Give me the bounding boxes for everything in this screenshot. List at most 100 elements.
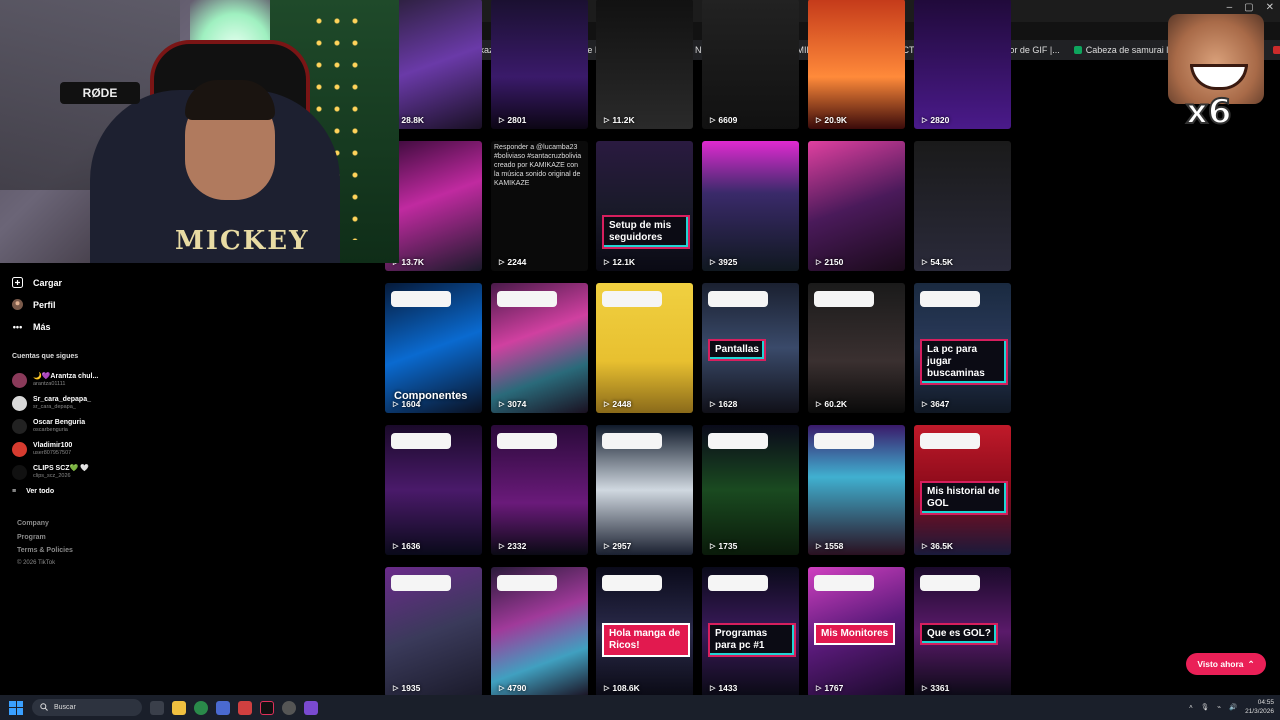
close-button[interactable]: ✕ [1266, 2, 1274, 13]
video-tile[interactable]: Responder a @lucamba23 #boliviaso #santa… [491, 141, 588, 271]
video-tile[interactable]: ▷ 3074 [491, 283, 588, 413]
following-item[interactable]: Sr_cara_depapa_ sr_cara_depapa_ [12, 396, 91, 411]
following-username: sr_cara_depapa_ [33, 404, 76, 410]
following-text: 🌙💜Arantza chul... arantza01111 [33, 373, 98, 388]
video-tile[interactable]: ▷28.8K [385, 0, 482, 129]
video-caption: Hola manga de Ricos! [602, 623, 690, 657]
view-count: ▷ 4790 [499, 683, 526, 693]
see-all-button[interactable]: ≡ Ver todo [12, 488, 54, 495]
play-icon: ▷ [499, 401, 505, 408]
nav-item-mas[interactable]: ••• Más [12, 321, 51, 332]
footer-terms-link[interactable]: Terms & Policies [17, 547, 73, 554]
video-tile[interactable]: ▷ 2332 [491, 425, 588, 555]
comment-reply-bubble [497, 575, 557, 591]
play-icon: ▷ [499, 543, 505, 550]
video-tile[interactable]: ▷ 2801 [491, 0, 588, 129]
comment-reply-bubble [708, 433, 768, 449]
windows-start-icon[interactable] [9, 700, 23, 715]
view-count: ▷ 1935 [393, 683, 420, 693]
play-icon: ▷ [604, 685, 610, 692]
shirt-print: MICKEY [175, 226, 310, 256]
following-item[interactable]: CLIPS SCZ💚 🤍 clips_scz_2026 [12, 465, 89, 480]
store-icon[interactable] [216, 700, 230, 715]
video-tile[interactable]: Pantallas ▷ 1628 [702, 283, 799, 413]
view-count-value: 6609 [718, 115, 738, 125]
following-name: Sr_cara_depapa_ [33, 396, 91, 403]
chevron-up-icon[interactable]: ˄ [1189, 704, 1193, 711]
network-icon[interactable]: ⌁ [1217, 703, 1221, 711]
view-count: ▷ 11.2K [604, 115, 635, 125]
video-tile[interactable]: Componentes ▷ 1604 [385, 283, 482, 413]
play-icon: ▷ [393, 401, 399, 408]
following-item[interactable]: 🌙💜Arantza chul... arantza01111 [12, 373, 98, 388]
video-tile[interactable]: ▷ 4790 [491, 567, 588, 697]
chrome-icon[interactable] [194, 700, 208, 715]
view-count: ▷ 2448 [604, 399, 631, 409]
following-name: Oscar Benguria [33, 419, 86, 426]
play-icon: ▷ [816, 117, 822, 124]
video-tile[interactable]: ▷ 1558 [808, 425, 905, 555]
video-tile[interactable]: ▷13.7K [385, 141, 482, 271]
video-tile[interactable]: ▷ 1735 [702, 425, 799, 555]
task-view-icon[interactable] [150, 700, 164, 715]
video-tile[interactable]: ▷ 3925 [702, 141, 799, 271]
comment-reply-bubble [391, 575, 451, 591]
bookmark-item[interactable]: Weapons - RAGE M... [1273, 45, 1280, 55]
avatar [12, 396, 27, 411]
footer-program-link[interactable]: Program [17, 534, 46, 541]
view-count-value: 3925 [718, 257, 738, 267]
video-tile[interactable]: ▷ 60.2K [808, 283, 905, 413]
view-count: ▷ 1636 [393, 541, 420, 551]
double-chevron-up-icon: ⌃ [1247, 658, 1255, 669]
video-tile[interactable]: ▷ 1636 [385, 425, 482, 555]
mic-icon[interactable]: 🎙 [1201, 703, 1209, 711]
video-tile[interactable]: La pc para jugar buscaminas ▷ 3647 [914, 283, 1011, 413]
app-icon[interactable] [304, 700, 318, 715]
video-tile[interactable]: Que es GOL? ▷ 3361 [914, 567, 1011, 697]
sidebar: Cargar Perfil ••• Más Cuentas que sigues… [0, 263, 380, 695]
comment-reply-bubble [391, 433, 451, 449]
nav-item-perfil[interactable]: Perfil [12, 299, 56, 310]
window-controls: – ▢ ✕ [1227, 2, 1274, 13]
meme-face [1168, 14, 1264, 104]
following-item[interactable]: Oscar Benguria oscarbenguria [12, 419, 85, 434]
taskbar-search[interactable]: Buscar [32, 699, 142, 716]
video-caption: Pantallas [708, 339, 766, 361]
following-item[interactable]: Vladimir100 user807957507 [12, 442, 72, 457]
video-tile[interactable]: ▷ 2150 [808, 141, 905, 271]
file-explorer-icon[interactable] [172, 700, 186, 715]
clock[interactable]: 04:55 21/3/2026 [1245, 698, 1274, 716]
comment-reply-bubble [391, 291, 451, 307]
comment-reply-bubble [602, 433, 662, 449]
capture-icon[interactable] [238, 700, 252, 715]
video-tile[interactable]: Setup de mis seguidores ▷ 12.1K [596, 141, 693, 271]
obs-icon[interactable] [282, 700, 296, 715]
video-description: Responder a @lucamba23 #boliviaso #santa… [494, 144, 582, 187]
video-tile[interactable]: ▷ 20.9K [808, 0, 905, 129]
play-icon: ▷ [710, 117, 716, 124]
video-tile[interactable]: ▷ 2957 [596, 425, 693, 555]
view-count-value: 11.2K [612, 115, 635, 125]
meme-overlay: x6 [1168, 14, 1264, 133]
video-tile[interactable]: ▷ 2820 [914, 0, 1011, 129]
video-tile[interactable]: ▷ 6609 [702, 0, 799, 129]
play-icon: ▷ [816, 259, 822, 266]
video-tile[interactable]: ▷ 54.5K [914, 141, 1011, 271]
video-tile[interactable]: Mis historial de GOL ▷ 36.5K [914, 425, 1011, 555]
video-tile[interactable]: ▷ 11.2K [596, 0, 693, 129]
visto-ahora-button[interactable]: Visto ahora ⌃ [1186, 653, 1266, 675]
nav-item-cargar[interactable]: Cargar [12, 277, 62, 288]
video-tile[interactable]: ▷ 2448 [596, 283, 693, 413]
minimize-button[interactable]: – [1227, 2, 1233, 13]
view-count-value: 2244 [507, 257, 527, 267]
maximize-button[interactable]: ▢ [1244, 2, 1253, 13]
footer-company-link[interactable]: Company [17, 520, 49, 527]
bookmark-item[interactable]: Cabeza de samurai l... [1073, 45, 1176, 55]
video-tile[interactable]: Hola manga de Ricos! ▷ 108.6K [596, 567, 693, 697]
video-tile[interactable]: Mis Monitores ▷ 1767 [808, 567, 905, 697]
video-tile[interactable]: Programas para pc #1 ▷ 1433 [702, 567, 799, 697]
tiktok-icon[interactable] [260, 700, 274, 715]
video-tile[interactable]: ▷ 1935 [385, 567, 482, 697]
volume-icon[interactable]: 🔊 [1229, 703, 1237, 711]
avatar [12, 373, 27, 388]
